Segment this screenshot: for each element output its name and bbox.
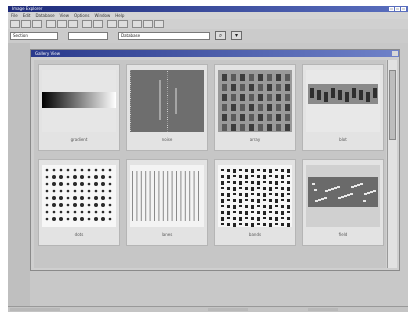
- menu-options[interactable]: Options: [74, 12, 89, 19]
- grid-button[interactable]: [118, 20, 128, 28]
- settings-button[interactable]: [154, 20, 164, 28]
- thumbnail-image[interactable]: [218, 165, 292, 227]
- gallery-item[interactable]: blot: [302, 64, 384, 151]
- cut-button[interactable]: [46, 20, 56, 28]
- menu-edit[interactable]: Edit: [23, 12, 31, 19]
- thumbnail-image[interactable]: [218, 70, 292, 132]
- scrollbar-thumb[interactable]: [389, 70, 396, 140]
- thumbnail-caption: bands: [248, 232, 262, 237]
- thumbnail-caption: array: [249, 137, 261, 142]
- thumbnail-caption: field: [338, 232, 348, 237]
- window-controls: [389, 7, 406, 11]
- query-toolbar: Section Database ⌕ ▾: [8, 29, 408, 43]
- menu-help[interactable]: Help: [115, 12, 124, 19]
- print-button[interactable]: [82, 20, 92, 28]
- gallery-title-bar: Gallery View: [31, 50, 399, 57]
- thumbnail-caption: blot: [339, 137, 347, 142]
- thumbnail-image[interactable]: [306, 70, 380, 132]
- info-button[interactable]: [143, 20, 153, 28]
- left-panel: [8, 43, 30, 312]
- status-pane-1: [10, 308, 60, 311]
- menu-database[interactable]: Database: [35, 12, 54, 19]
- thumbnail-caption: dots: [74, 232, 84, 237]
- copy-button[interactable]: [57, 20, 67, 28]
- help-button[interactable]: [132, 20, 142, 28]
- tool-button[interactable]: [107, 20, 117, 28]
- status-pane-2: [208, 308, 248, 311]
- thumbnail-image[interactable]: [306, 165, 380, 227]
- database-field[interactable]: Database: [118, 32, 210, 40]
- thumbnail-image[interactable]: [42, 165, 116, 227]
- thumbnail-image[interactable]: [42, 70, 116, 132]
- gallery-item[interactable]: field: [302, 159, 384, 246]
- paste-button[interactable]: [68, 20, 78, 28]
- gallery-window: Gallery View gradient noise array blot dots l…: [30, 49, 400, 271]
- thumbnail-caption: lanes: [161, 232, 173, 237]
- vertical-scrollbar[interactable]: [387, 60, 397, 268]
- status-pane-3: [308, 308, 338, 311]
- menu-bar: File Edit Database View Options Window H…: [8, 12, 408, 19]
- close-button[interactable]: [401, 7, 406, 11]
- save-button[interactable]: [32, 20, 42, 28]
- open-button[interactable]: [21, 20, 31, 28]
- gallery-item[interactable]: lanes: [126, 159, 208, 246]
- thumbnail-image[interactable]: [130, 165, 204, 227]
- options-icon: ▾: [234, 32, 238, 39]
- menu-view[interactable]: View: [60, 12, 70, 19]
- menu-window[interactable]: Window: [94, 12, 110, 19]
- minimize-button[interactable]: [389, 7, 394, 11]
- gallery-item[interactable]: bands: [214, 159, 296, 246]
- maximize-button[interactable]: [395, 7, 400, 11]
- options-button[interactable]: ▾: [231, 31, 242, 40]
- search-icon: ⌕: [218, 32, 223, 39]
- gallery-window-title: Gallery View: [35, 51, 61, 56]
- filter-field[interactable]: [68, 32, 108, 40]
- gallery-item[interactable]: array: [214, 64, 296, 151]
- new-button[interactable]: [10, 20, 20, 28]
- thumbnail-caption: noise: [161, 137, 173, 142]
- zoom-button[interactable]: [93, 20, 103, 28]
- gallery-item[interactable]: noise: [126, 64, 208, 151]
- menu-file[interactable]: File: [11, 12, 18, 19]
- section-field[interactable]: Section: [10, 32, 58, 40]
- search-button[interactable]: ⌕: [215, 31, 226, 40]
- main-toolbar: [8, 19, 408, 29]
- thumbnail-image[interactable]: [130, 70, 204, 132]
- app-window: Image Explorer File Edit Database View O…: [8, 6, 408, 312]
- thumbnail-caption: gradient: [70, 137, 88, 142]
- gallery-close-button[interactable]: [392, 51, 398, 56]
- gallery-item[interactable]: gradient: [38, 64, 120, 151]
- status-bar: [8, 306, 408, 312]
- thumbnail-gallery: gradient noise array blot dots lanes bands fiel…: [34, 60, 386, 268]
- gallery-item[interactable]: dots: [38, 159, 120, 246]
